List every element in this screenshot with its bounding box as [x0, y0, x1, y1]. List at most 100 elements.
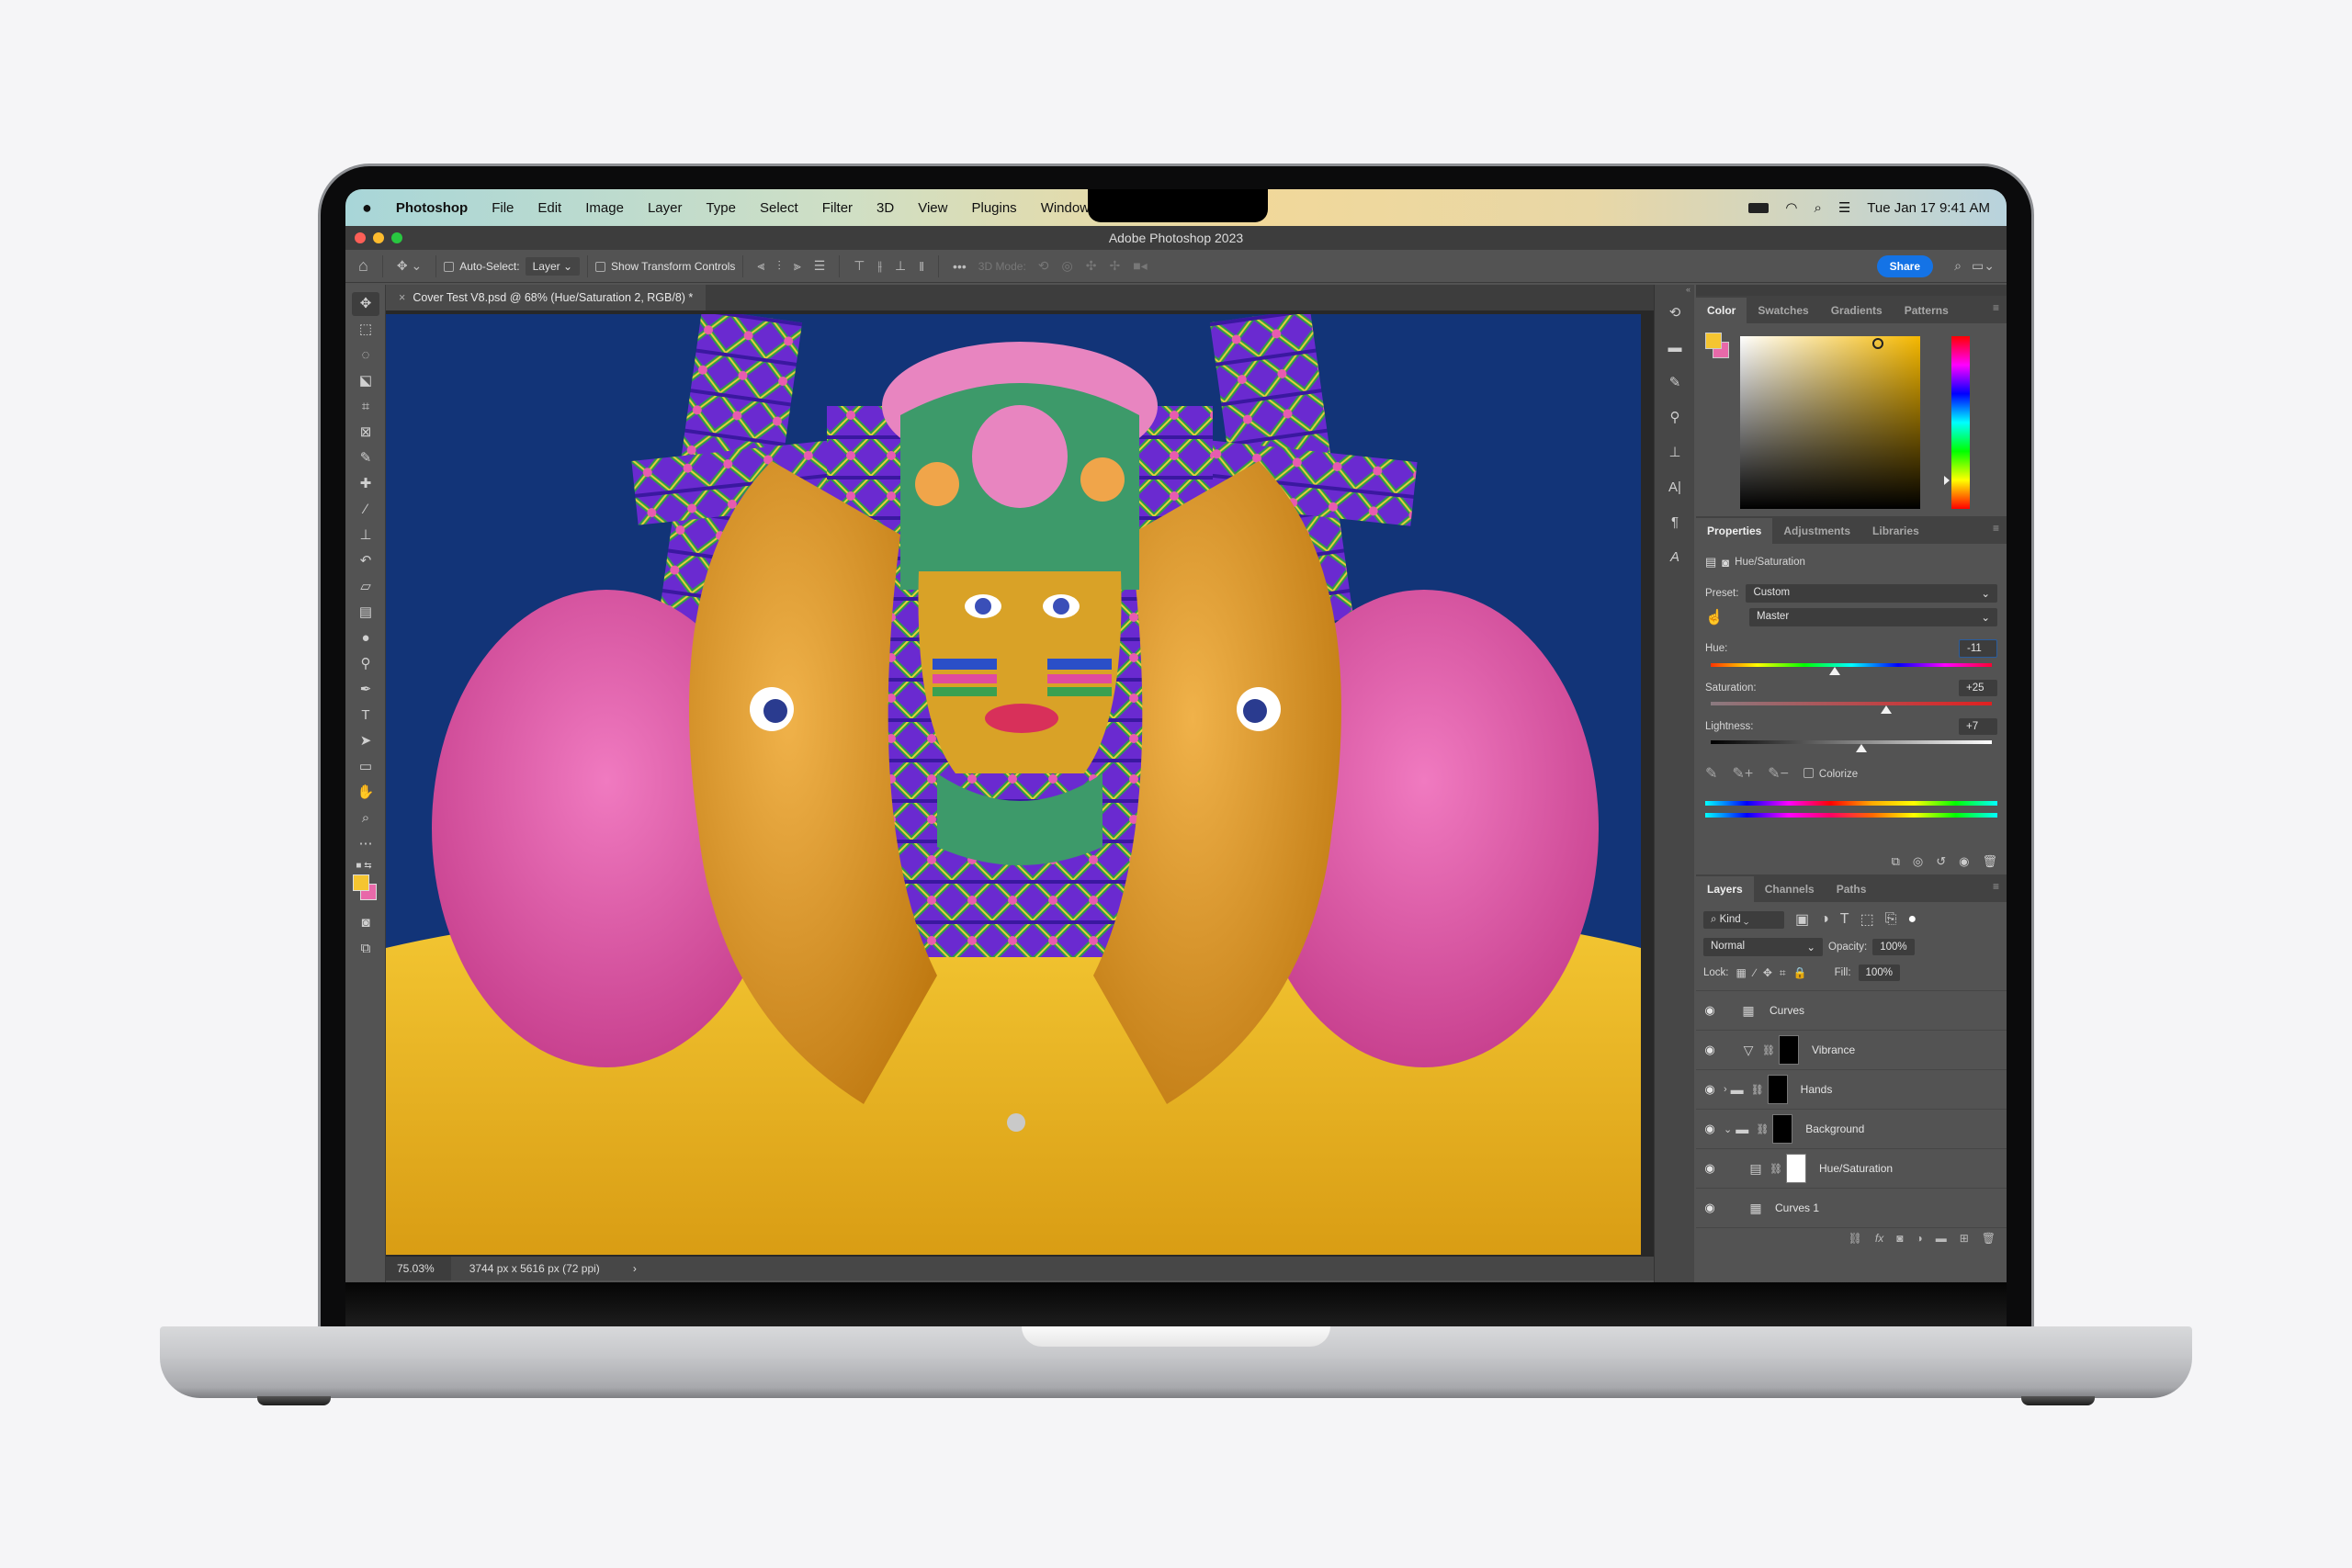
history-panel-icon[interactable]: ⟲: [1655, 296, 1695, 331]
visibility-eye-icon[interactable]: ◉: [1696, 1003, 1724, 1018]
move-tool-preset-icon[interactable]: ✥ ⌄: [390, 258, 428, 274]
new-group-icon[interactable]: ▬: [1936, 1232, 1947, 1245]
character-panel-icon[interactable]: A|: [1655, 470, 1695, 505]
menu-filter[interactable]: Filter: [810, 200, 865, 216]
foreground-color-swatch[interactable]: [353, 874, 369, 891]
hue-slider-handle[interactable]: [1944, 476, 1950, 485]
lock-pixels-icon[interactable]: ∕: [1754, 966, 1756, 979]
workspace-icon[interactable]: ▭⌄: [1965, 258, 2001, 274]
clone-source-panel-icon[interactable]: ⊥: [1655, 435, 1695, 470]
link-icon[interactable]: ⛓: [1752, 1123, 1772, 1135]
history-brush-tool-icon[interactable]: ↶: [352, 549, 379, 573]
minimize-window-button[interactable]: [373, 232, 384, 243]
eyedropper-sample-icon[interactable]: ✎: [1705, 764, 1717, 783]
fill-input[interactable]: 100%: [1858, 964, 1900, 981]
eyedropper-add-icon[interactable]: ✎+: [1732, 764, 1753, 783]
menu-plugins[interactable]: Plugins: [959, 200, 1028, 216]
visibility-eye-icon[interactable]: ◉: [1696, 1043, 1724, 1057]
tab-swatches[interactable]: Swatches: [1747, 298, 1819, 323]
add-mask-icon[interactable]: ◙: [1896, 1232, 1903, 1245]
new-adjustment-layer-icon[interactable]: ◑: [1916, 1232, 1922, 1245]
toggle-visibility-icon[interactable]: ◉: [1959, 854, 1969, 869]
lock-transparency-icon[interactable]: ▦: [1736, 966, 1747, 979]
hue-spectrum-slider[interactable]: [1951, 336, 1970, 509]
blur-tool-icon[interactable]: ●: [352, 626, 379, 650]
visibility-eye-icon[interactable]: ◉: [1696, 1082, 1724, 1097]
layer-row[interactable]: ◉ ▤ ⛓ Hue/Saturation: [1696, 1149, 2007, 1189]
delete-layer-icon[interactable]: 🗑: [1982, 1232, 1996, 1245]
color-picker-field[interactable]: [1740, 336, 1920, 509]
layer-mask-thumbnail[interactable]: [1767, 1075, 1788, 1104]
layer-mask-thumbnail[interactable]: [1772, 1114, 1793, 1144]
eyedropper-subtract-icon[interactable]: ✎−: [1768, 764, 1789, 783]
align-top-icon[interactable]: ⊤: [847, 258, 871, 274]
delete-adjustment-icon[interactable]: 🗑: [1982, 854, 1997, 869]
lasso-tool-icon[interactable]: ◌: [352, 344, 379, 367]
3d-roll-icon[interactable]: ◎: [1056, 258, 1080, 274]
gradient-tool-icon[interactable]: ▤: [352, 601, 379, 625]
link-layers-icon[interactable]: ⛓: [1849, 1232, 1862, 1245]
close-tab-icon[interactable]: ×: [399, 291, 405, 304]
apple-menu-icon[interactable]: ●: [345, 198, 384, 218]
tab-channels[interactable]: Channels: [1754, 876, 1826, 902]
share-button[interactable]: Share: [1876, 255, 1933, 277]
align-right-icon[interactable]: ⫸: [787, 258, 808, 274]
type-tool-icon[interactable]: T: [352, 704, 379, 728]
menu-select[interactable]: Select: [748, 200, 810, 216]
brush-tool-icon[interactable]: ∕: [352, 498, 379, 522]
align-center-icon[interactable]: ⫶: [771, 258, 787, 274]
layer-row[interactable]: ◉ ⌄ ▬ ⛓ Background: [1696, 1110, 2007, 1149]
clip-to-layer-icon[interactable]: ⧉: [1892, 854, 1900, 869]
panel-menu-icon[interactable]: ≡: [1993, 522, 1999, 535]
auto-select-checkbox[interactable]: Auto-Select:: [444, 260, 520, 273]
frame-tool-icon[interactable]: ⊠: [352, 421, 379, 445]
tab-properties[interactable]: Properties: [1696, 518, 1773, 544]
menu-image[interactable]: Image: [573, 200, 636, 216]
menu-layer[interactable]: Layer: [636, 200, 695, 216]
lock-artboard-icon[interactable]: ⌗: [1780, 966, 1786, 980]
hue-slider[interactable]: [1711, 663, 1992, 675]
3d-pan-icon[interactable]: ✣: [1080, 258, 1103, 274]
3d-slide-icon[interactable]: ✢: [1102, 258, 1126, 274]
3d-camera-icon[interactable]: ■◂: [1126, 258, 1153, 274]
distribute-icon[interactable]: ☰: [808, 258, 832, 274]
clone-stamp-tool-icon[interactable]: ⊥: [352, 524, 379, 547]
layer-filter-dropdown[interactable]: ⌕ Kind ⌄: [1703, 910, 1784, 929]
filter-adjustment-icon[interactable]: ◑: [1820, 911, 1829, 928]
filter-pixel-icon[interactable]: ▣: [1795, 910, 1809, 929]
menu-type[interactable]: Type: [694, 200, 748, 216]
default-colors-icon[interactable]: ■ ⇆: [350, 860, 378, 873]
brush-settings-panel-icon[interactable]: ✎: [1655, 366, 1695, 400]
wifi-icon[interactable]: ◠: [1785, 199, 1797, 216]
eraser-tool-icon[interactable]: ▱: [352, 575, 379, 599]
paragraph-panel-icon[interactable]: ¶: [1655, 505, 1695, 540]
more-options-icon[interactable]: •••: [946, 259, 973, 274]
show-transform-checkbox[interactable]: Show Transform Controls: [595, 260, 735, 273]
zoom-level[interactable]: 75.03%: [386, 1257, 451, 1280]
adjustment-icon[interactable]: ▤: [1705, 555, 1716, 570]
path-select-tool-icon[interactable]: ➤: [352, 729, 379, 753]
healing-brush-tool-icon[interactable]: ✚: [352, 472, 379, 496]
move-tool-icon[interactable]: ✥: [352, 292, 379, 316]
3d-orbit-icon[interactable]: ⟲: [1032, 258, 1056, 274]
hue-slider-thumb[interactable]: [1828, 667, 1840, 675]
align-left-icon[interactable]: ⫷: [751, 258, 771, 274]
object-select-tool-icon[interactable]: ⬕: [352, 369, 379, 393]
crop-tool-icon[interactable]: ⌗: [352, 395, 379, 419]
marquee-tool-icon[interactable]: ⬚: [352, 318, 379, 342]
dodge-tool-icon[interactable]: ⚲: [352, 652, 379, 676]
glyphs-panel-icon[interactable]: A: [1655, 540, 1695, 575]
comments-panel-icon[interactable]: ▬: [1655, 331, 1695, 366]
lightness-input[interactable]: +7: [1959, 718, 1997, 735]
tab-paths[interactable]: Paths: [1826, 876, 1878, 902]
tab-layers[interactable]: Layers: [1696, 876, 1754, 902]
mask-icon[interactable]: ◙: [1722, 556, 1729, 570]
control-center-icon[interactable]: ☰: [1838, 199, 1850, 216]
menubar-clock[interactable]: Tue Jan 17 9:41 AM: [1867, 200, 1990, 216]
view-previous-state-icon[interactable]: ◎: [1913, 854, 1923, 869]
layer-effects-icon[interactable]: fx: [1875, 1232, 1883, 1245]
home-icon[interactable]: ⌂: [345, 256, 375, 276]
status-expand-icon[interactable]: ›: [633, 1262, 637, 1275]
opacity-input[interactable]: 100%: [1872, 939, 1915, 955]
panel-menu-icon[interactable]: ≡: [1993, 880, 1999, 893]
